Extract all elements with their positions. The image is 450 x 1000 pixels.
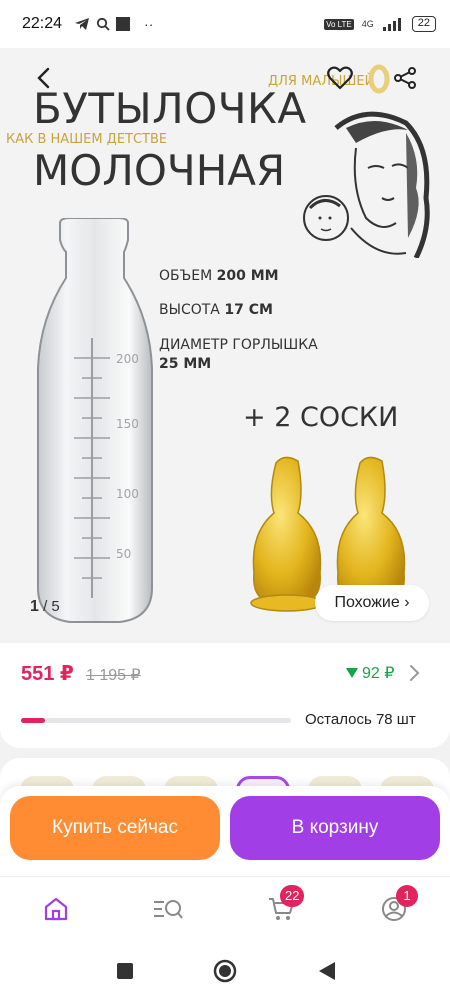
- spec-height: ВЫСОТА 17 СМ: [159, 302, 273, 318]
- more-icon: ··: [144, 16, 154, 32]
- bottom-tab-bar: 22 1: [0, 876, 450, 942]
- tab-catalog[interactable]: [148, 891, 188, 927]
- old-price: 1 195 ₽: [86, 667, 141, 684]
- share-icon: [394, 67, 416, 89]
- signal-icon: [382, 18, 401, 31]
- status-time: 22:24: [22, 15, 63, 32]
- status-bar: 22:24 ·· Vo LTE 4G 22: [0, 0, 450, 48]
- chevron-right-icon: [410, 665, 420, 681]
- current-price: 551 ₽: [21, 663, 74, 685]
- network-label: 4G: [361, 19, 374, 29]
- volte-icon: Vo LTE: [324, 18, 354, 30]
- square-icon: [117, 963, 133, 979]
- triangle-down-icon: [346, 668, 358, 678]
- bottle-mark-100: 100: [116, 487, 139, 501]
- telegram-icon: [75, 18, 90, 30]
- spec-volume: ОБЪЕМ 200 ММ: [159, 268, 279, 284]
- favorite-button[interactable]: [322, 60, 358, 96]
- glass-bottle-image: 200 150 100 50: [37, 218, 153, 623]
- similar-button[interactable]: Похожие ›: [315, 585, 429, 621]
- product-image-carousel[interactable]: 200 150 100 50 БУТЫЛОЧКА КАК В НАШЕМ ДЕТ…: [0, 48, 450, 643]
- spec-neck-diameter: ДИАМЕТР ГОРЛЫШКА 25 ММ: [159, 337, 318, 372]
- image-counter: 1 / 5: [30, 598, 60, 615]
- add-to-cart-button[interactable]: В корзину: [230, 796, 440, 860]
- system-nav-bar: [0, 942, 450, 1000]
- bottle-mark-150: 150: [116, 417, 139, 431]
- cart-badge: 22: [280, 885, 305, 907]
- product-subtitle: КАК В НАШЕМ ДЕТСТВЕ: [6, 132, 168, 147]
- mother-baby-illustration: [303, 111, 430, 258]
- profile-badge: 1: [396, 885, 418, 907]
- tab-home[interactable]: [36, 891, 76, 927]
- catalog-search-icon: [154, 900, 183, 919]
- home-system-button[interactable]: [212, 958, 238, 984]
- product-title-line2: МОЛОЧНАЯ: [33, 146, 286, 195]
- buy-now-button[interactable]: Купить сейчас: [10, 796, 220, 860]
- circle-icon: [213, 959, 237, 983]
- home-icon: [44, 897, 68, 921]
- heart-icon: [327, 66, 353, 90]
- cashback[interactable]: 92 ₽: [346, 663, 394, 683]
- back-system-button[interactable]: [314, 958, 340, 984]
- triangle-left-icon: [319, 962, 335, 980]
- bottle-mark-200: 200: [116, 352, 139, 366]
- bonus-label: + 2 СОСКИ: [243, 402, 399, 433]
- action-bar: Купить сейчас В корзину: [0, 786, 450, 876]
- share-button[interactable]: [387, 60, 423, 96]
- stock-progress: [21, 718, 291, 723]
- stock-remaining: Осталось 78 шт: [305, 711, 416, 728]
- price-card: 551 ₽ 1 195 ₽ 92 ₽ Осталось 78 шт: [0, 643, 450, 748]
- bottle-mark-50: 50: [116, 547, 131, 561]
- product-title-line1: БУТЫЛОЧКА: [33, 84, 307, 133]
- recents-button[interactable]: [112, 958, 138, 984]
- app-square-icon: [116, 17, 131, 31]
- price-details-button[interactable]: [404, 661, 424, 685]
- search-icon: [96, 17, 110, 31]
- battery-icon: 22: [411, 16, 436, 32]
- stock-progress-fill: [21, 718, 46, 723]
